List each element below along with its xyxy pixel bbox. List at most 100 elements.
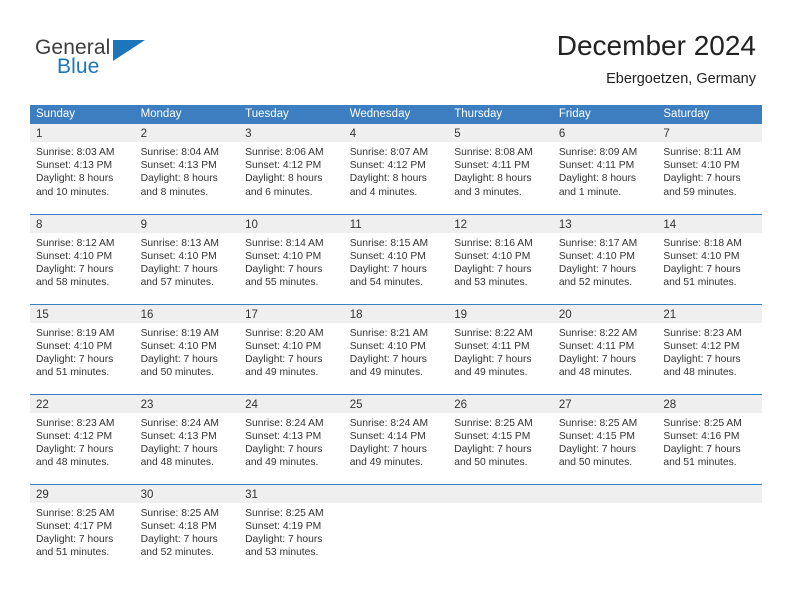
sunrise-text: Sunrise: 8:17 AM: [558, 237, 638, 249]
day-cell[interactable]: 11 Sunrise: 8:15 AM Sunset: 4:10 PM Dayl…: [343, 213, 449, 304]
day-cell[interactable]: 22 Sunrise: 8:23 AM Sunset: 4:12 PM Dayl…: [30, 393, 135, 484]
day-cell[interactable]: 8 Sunrise: 8:12 AM Sunset: 4:10 PM Dayli…: [30, 213, 135, 304]
daylight-text-line2: and 55 minutes.: [245, 277, 319, 289]
day-details: Sunrise: 8:06 AM Sunset: 4:12 PM Dayligh…: [239, 142, 344, 199]
date-band: 21: [657, 304, 762, 323]
day-cell[interactable]: 26 Sunrise: 8:25 AM Sunset: 4:15 PM Dayl…: [448, 393, 553, 484]
date-band: 20: [552, 304, 658, 323]
day-details: Sunrise: 8:20 AM Sunset: 4:10 PM Dayligh…: [239, 323, 344, 380]
day-cell[interactable]: 31 Sunrise: 8:25 AM Sunset: 4:19 PM Dayl…: [239, 483, 344, 574]
day-details: Sunrise: 8:24 AM Sunset: 4:13 PM Dayligh…: [135, 413, 240, 470]
daylight-text-line2: and 48 minutes.: [558, 367, 633, 379]
date-band: 29: [30, 484, 135, 503]
day-cell[interactable]: 19 Sunrise: 8:22 AM Sunset: 4:11 PM Dayl…: [448, 303, 553, 394]
sunrise-text: Sunrise: 8:25 AM: [454, 417, 533, 429]
date-band: 27: [552, 394, 658, 413]
sunrise-text: Sunrise: 8:06 AM: [245, 147, 324, 158]
daylight-text-line2: and 54 minutes.: [349, 277, 423, 289]
day-details: Sunrise: 8:23 AM Sunset: 4:12 PM Dayligh…: [30, 413, 135, 470]
day-cell[interactable]: 2 Sunrise: 8:04 AM Sunset: 4:13 PM Dayli…: [134, 124, 240, 214]
daylight-text-line1: Daylight: 7 hours: [558, 353, 637, 365]
day-cell[interactable]: 17 Sunrise: 8:20 AM Sunset: 4:10 PM Dayl…: [239, 303, 344, 394]
day-cell[interactable]: 16 Sunrise: 8:19 AM Sunset: 4:10 PM Dayl…: [134, 303, 240, 394]
day-details: Sunrise: 8:25 AM Sunset: 4:17 PM Dayligh…: [30, 503, 135, 560]
day-number: 6: [558, 128, 566, 140]
day-number: 27: [558, 398, 572, 411]
sunrise-text: Sunrise: 8:25 AM: [36, 507, 115, 519]
day-number: 23: [140, 398, 154, 411]
daylight-text-line2: and 48 minutes.: [36, 457, 110, 469]
day-cell[interactable]: 4 Sunrise: 8:07 AM Sunset: 4:12 PM Dayli…: [343, 124, 449, 214]
day-cell[interactable]: 28 Sunrise: 8:25 AM Sunset: 4:16 PM Dayl…: [657, 393, 762, 484]
date-band: 19: [448, 304, 553, 323]
day-cell[interactable]: 7 Sunrise: 8:11 AM Sunset: 4:10 PM Dayli…: [657, 124, 762, 214]
day-details: Sunrise: 8:04 AM Sunset: 4:13 PM Dayligh…: [135, 142, 240, 199]
daylight-text-line2: and 49 minutes.: [349, 457, 423, 469]
sunrise-text: Sunrise: 8:11 AM: [663, 147, 742, 158]
day-cell[interactable]: 23 Sunrise: 8:24 AM Sunset: 4:13 PM Dayl…: [134, 393, 240, 484]
sunset-text: Sunset: 4:17 PM: [36, 520, 113, 532]
day-cell[interactable]: 9 Sunrise: 8:13 AM Sunset: 4:10 PM Dayli…: [134, 213, 240, 304]
day-cell[interactable]: 24 Sunrise: 8:24 AM Sunset: 4:13 PM Dayl…: [239, 393, 344, 484]
weekday-header-monday: Monday: [134, 105, 240, 124]
sunrise-text: Sunrise: 8:15 AM: [349, 237, 429, 249]
day-details: Sunrise: 8:17 AM Sunset: 4:10 PM Dayligh…: [553, 233, 658, 290]
day-cell[interactable]: 27 Sunrise: 8:25 AM Sunset: 4:15 PM Dayl…: [552, 393, 658, 484]
daylight-text-line2: and 6 minutes.: [245, 186, 313, 198]
daylight-text-line1: Daylight: 8 hours: [349, 173, 427, 185]
date-band: 1: [30, 124, 135, 142]
daylight-text-line2: and 51 minutes.: [36, 547, 110, 559]
sunset-text: Sunset: 4:12 PM: [663, 340, 740, 352]
sunset-text: Sunset: 4:10 PM: [349, 250, 426, 262]
day-cell[interactable]: 29 Sunrise: 8:25 AM Sunset: 4:17 PM Dayl…: [30, 483, 135, 574]
sunset-text: Sunset: 4:12 PM: [349, 160, 426, 172]
day-details: Sunrise: 8:25 AM Sunset: 4:15 PM Dayligh…: [553, 413, 658, 470]
date-band: 17: [239, 304, 344, 323]
day-cell[interactable]: 6 Sunrise: 8:09 AM Sunset: 4:11 PM Dayli…: [552, 124, 658, 214]
daylight-text-line2: and 50 minutes.: [140, 367, 214, 379]
general-blue-logo[interactable]: General Blue: [35, 36, 215, 86]
day-number: 4: [349, 128, 357, 140]
sunset-text: Sunset: 4:11 PM: [558, 160, 635, 172]
day-cell[interactable]: 5 Sunrise: 8:08 AM Sunset: 4:11 PM Dayli…: [448, 124, 553, 214]
sunrise-text: Sunrise: 8:25 AM: [140, 507, 219, 519]
day-cell[interactable]: 18 Sunrise: 8:21 AM Sunset: 4:10 PM Dayl…: [343, 303, 449, 394]
sunrise-text: Sunrise: 8:16 AM: [454, 237, 533, 249]
date-band: 10: [239, 214, 344, 233]
date-band: 23: [134, 394, 240, 413]
calendar-week-row: 1 Sunrise: 8:03 AM Sunset: 4:13 PM Dayli…: [30, 124, 762, 214]
sunrise-text: Sunrise: 8:07 AM: [349, 147, 429, 158]
day-number: 16: [140, 308, 154, 321]
day-cell[interactable]: 13 Sunrise: 8:17 AM Sunset: 4:10 PM Dayl…: [552, 213, 658, 304]
sunset-text: Sunset: 4:13 PM: [140, 160, 217, 172]
day-cell[interactable]: 3 Sunrise: 8:06 AM Sunset: 4:12 PM Dayli…: [239, 124, 344, 214]
day-cell[interactable]: 15 Sunrise: 8:19 AM Sunset: 4:10 PM Dayl…: [30, 303, 135, 394]
day-cell[interactable]: 20 Sunrise: 8:22 AM Sunset: 4:11 PM Dayl…: [552, 303, 658, 394]
day-number: 11: [349, 218, 362, 231]
day-cell[interactable]: 25 Sunrise: 8:24 AM Sunset: 4:14 PM Dayl…: [343, 393, 449, 484]
sunrise-text: Sunrise: 8:08 AM: [454, 147, 533, 158]
day-cell-empty: [448, 483, 553, 574]
daylight-text-line1: Daylight: 7 hours: [140, 263, 218, 275]
day-cell[interactable]: 30 Sunrise: 8:25 AM Sunset: 4:18 PM Dayl…: [134, 483, 240, 574]
sunrise-text: Sunrise: 8:19 AM: [36, 327, 115, 339]
sunrise-text: Sunrise: 8:20 AM: [245, 327, 324, 339]
weekday-header-wednesday: Wednesday: [343, 105, 449, 124]
day-cell[interactable]: 12 Sunrise: 8:16 AM Sunset: 4:10 PM Dayl…: [448, 213, 553, 304]
day-details: Sunrise: 8:25 AM Sunset: 4:16 PM Dayligh…: [657, 413, 762, 470]
day-cell[interactable]: 1 Sunrise: 8:03 AM Sunset: 4:13 PM Dayli…: [30, 124, 135, 214]
sunset-text: Sunset: 4:10 PM: [140, 250, 217, 262]
sunset-text: Sunset: 4:18 PM: [140, 520, 217, 532]
date-band: [552, 484, 658, 503]
sunset-text: Sunset: 4:19 PM: [245, 520, 322, 532]
day-cell[interactable]: 21 Sunrise: 8:23 AM Sunset: 4:12 PM Dayl…: [657, 303, 762, 394]
sunrise-text: Sunrise: 8:23 AM: [36, 417, 115, 429]
day-number: 2: [140, 128, 147, 140]
calendar-week-row: 22 Sunrise: 8:23 AM Sunset: 4:12 PM Dayl…: [30, 393, 762, 484]
sunrise-text: Sunrise: 8:24 AM: [245, 417, 324, 429]
date-band: 16: [134, 304, 240, 323]
sunset-text: Sunset: 4:10 PM: [454, 250, 531, 262]
sunrise-text: Sunrise: 8:23 AM: [663, 327, 742, 339]
day-cell[interactable]: 10 Sunrise: 8:14 AM Sunset: 4:10 PM Dayl…: [239, 213, 344, 304]
day-cell[interactable]: 14 Sunrise: 8:18 AM Sunset: 4:10 PM Dayl…: [657, 213, 762, 304]
